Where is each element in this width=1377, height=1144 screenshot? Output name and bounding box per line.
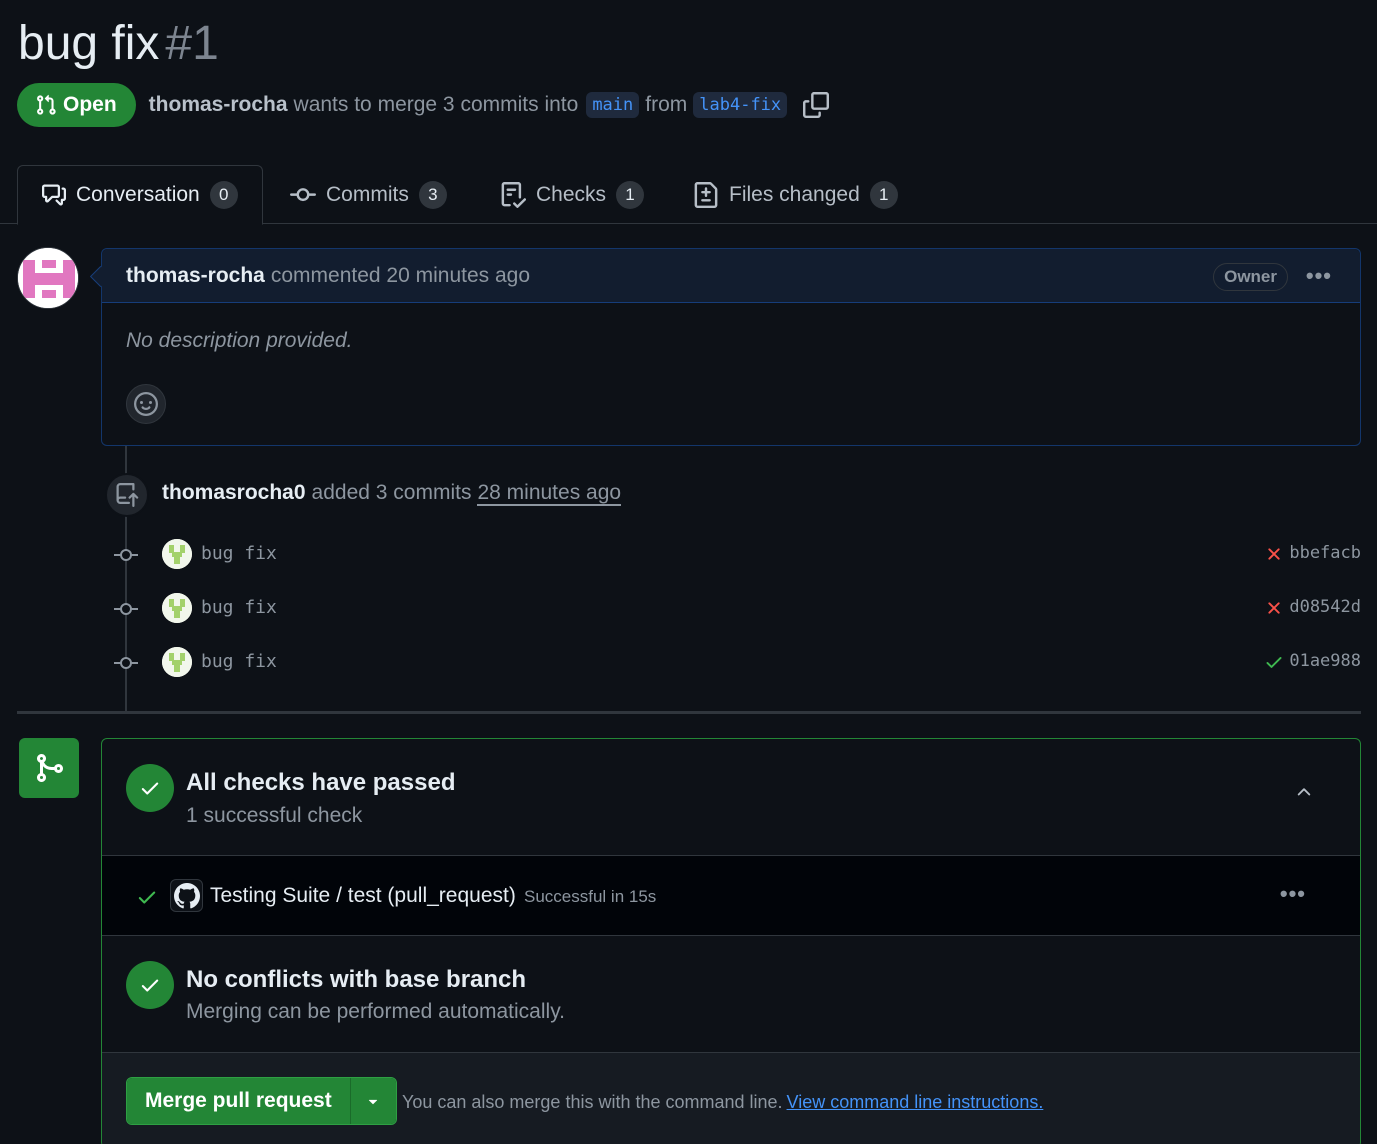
push-timestamp[interactable]: 28 minutes ago <box>477 481 622 506</box>
commit-sha-link[interactable]: d08542d <box>1289 597 1361 617</box>
avatar[interactable] <box>17 247 79 309</box>
copy-icon[interactable] <box>803 92 830 118</box>
timeline-end-divider <box>17 711 1361 714</box>
commit-list-item: bug fix d08542d <box>0 593 1377 623</box>
git-commit-icon <box>114 600 138 623</box>
open-state-badge: Open <box>17 83 136 127</box>
base-branch[interactable]: main <box>586 92 640 118</box>
commit-message-link[interactable]: bug fix <box>201 543 277 564</box>
check-circle-icon <box>126 764 174 812</box>
file-diff-icon <box>693 181 719 208</box>
push-event: thomasrocha0 added 3 commits 28 minutes ag… <box>162 481 622 506</box>
comment-options-icon[interactable]: ••• <box>1306 263 1332 289</box>
commit-sha-link[interactable]: bbefacb <box>1289 543 1361 563</box>
avatar[interactable] <box>162 539 192 569</box>
head-branch[interactable]: lab4-fix <box>693 92 788 118</box>
check-options-icon[interactable]: ••• <box>1280 881 1306 907</box>
x-icon[interactable] <box>1264 544 1284 570</box>
pr-description-comment: thomas-rocha commented 20 minutes ago Ow… <box>101 248 1361 446</box>
avatar[interactable] <box>162 593 192 623</box>
git-commit-icon <box>114 654 138 677</box>
avatar[interactable] <box>162 647 192 677</box>
check-icon[interactable] <box>1264 652 1284 678</box>
x-icon[interactable] <box>1264 598 1284 624</box>
commit-message-link[interactable]: bug fix <box>201 597 277 618</box>
merge-text: wants to merge 3 commits into <box>293 93 579 116</box>
merge-method-dropdown[interactable] <box>349 1078 396 1124</box>
tab-commits-count: 3 <box>418 180 447 209</box>
merge-button-group: Merge pull request <box>126 1077 397 1125</box>
merge-action-row: Merge pull request You can also merge th… <box>102 1052 1360 1144</box>
git-commit-icon <box>290 182 316 208</box>
pull-request-icon <box>35 94 57 116</box>
tab-files-changed-count: 1 <box>869 180 898 209</box>
merge-pull-request-button[interactable]: Merge pull request <box>127 1078 350 1124</box>
tab-conversation[interactable]: Conversation 0 <box>17 165 263 225</box>
conflicts-subtitle: Merging can be performed automatically. <box>186 1000 565 1023</box>
checks-title: All checks have passed <box>186 769 456 796</box>
merge-conflicts-status: No conflicts with base branch Merging ca… <box>102 936 1360 1052</box>
owner-badge: Owner <box>1213 263 1288 291</box>
commit-list-item: bug fix bbefacb <box>0 539 1377 569</box>
github-logo-icon <box>170 879 203 912</box>
tab-files-changed[interactable]: Files changed 1 <box>693 165 898 224</box>
tab-files-changed-label: Files changed <box>729 182 860 206</box>
commit-sha-link[interactable]: 01ae988 <box>1289 651 1361 671</box>
git-commit-icon <box>114 546 138 569</box>
check-circle-icon <box>126 961 174 1009</box>
merge-box: All checks have passed 1 successful chec… <box>101 738 1361 1144</box>
check-run-duration: Successful in 15s <box>524 887 657 906</box>
conflicts-title: No conflicts with base branch <box>186 966 527 993</box>
smiley-icon <box>134 392 158 416</box>
commit-list-item: bug fix 01ae988 <box>0 647 1377 677</box>
check-run-item[interactable]: Testing Suite / test (pull_request) Succ… <box>102 855 1360 936</box>
chevron-up-icon[interactable] <box>1294 782 1314 808</box>
tab-commits[interactable]: Commits 3 <box>290 165 447 224</box>
pr-title: bug fix #1 <box>18 16 219 72</box>
check-icon <box>136 886 158 914</box>
checks-summary[interactable]: All checks have passed 1 successful chec… <box>102 739 1360 855</box>
comment-author-link[interactable]: thomas-rocha <box>126 264 265 288</box>
tab-commits-label: Commits <box>326 182 409 206</box>
add-reaction-button[interactable] <box>126 384 166 424</box>
push-event-icon <box>105 473 149 517</box>
pr-author-link[interactable]: thomas-rocha <box>149 93 288 117</box>
push-action: added 3 commits <box>311 481 472 504</box>
command-line-hint: You can also merge this with the command… <box>402 1092 1043 1113</box>
tab-conversation-count: 0 <box>209 181 238 209</box>
command-line-instructions-link[interactable]: View command line instructions. <box>787 1092 1044 1112</box>
pr-title-text: bug fix <box>18 17 160 70</box>
pr-state-row: Open thomas-rocha wants to merge 3 commi… <box>17 83 830 127</box>
comment-discussion-icon <box>42 183 66 207</box>
comment-timestamp[interactable]: commented 20 minutes ago <box>271 264 530 288</box>
checks-subtitle: 1 successful check <box>186 804 363 827</box>
command-line-hint-text: You can also merge this with the command… <box>402 1092 783 1112</box>
comment-body: No description provided. <box>126 329 353 352</box>
commit-message-link[interactable]: bug fix <box>201 651 277 672</box>
pr-tabs: Conversation 0 Commits 3 Checks 1 Files … <box>0 165 1377 225</box>
git-merge-icon <box>19 738 79 798</box>
from-text: from <box>645 93 688 116</box>
checklist-icon <box>500 181 526 208</box>
tab-checks-count: 1 <box>616 180 645 209</box>
tab-checks-label: Checks <box>536 182 607 206</box>
merge-description: thomas-rocha wants to merge 3 commits in… <box>149 92 830 118</box>
check-run-name[interactable]: Testing Suite / test (pull_request) <box>210 884 516 908</box>
state-label: Open <box>63 93 117 116</box>
push-author-link[interactable]: thomasrocha0 <box>162 481 306 504</box>
triangle-down-icon <box>364 1092 382 1110</box>
tab-checks[interactable]: Checks 1 <box>500 165 645 224</box>
pr-number: #1 <box>165 17 219 70</box>
comment-header: thomas-rocha commented 20 minutes ago Ow… <box>102 249 1360 303</box>
tab-conversation-label: Conversation <box>76 183 200 206</box>
